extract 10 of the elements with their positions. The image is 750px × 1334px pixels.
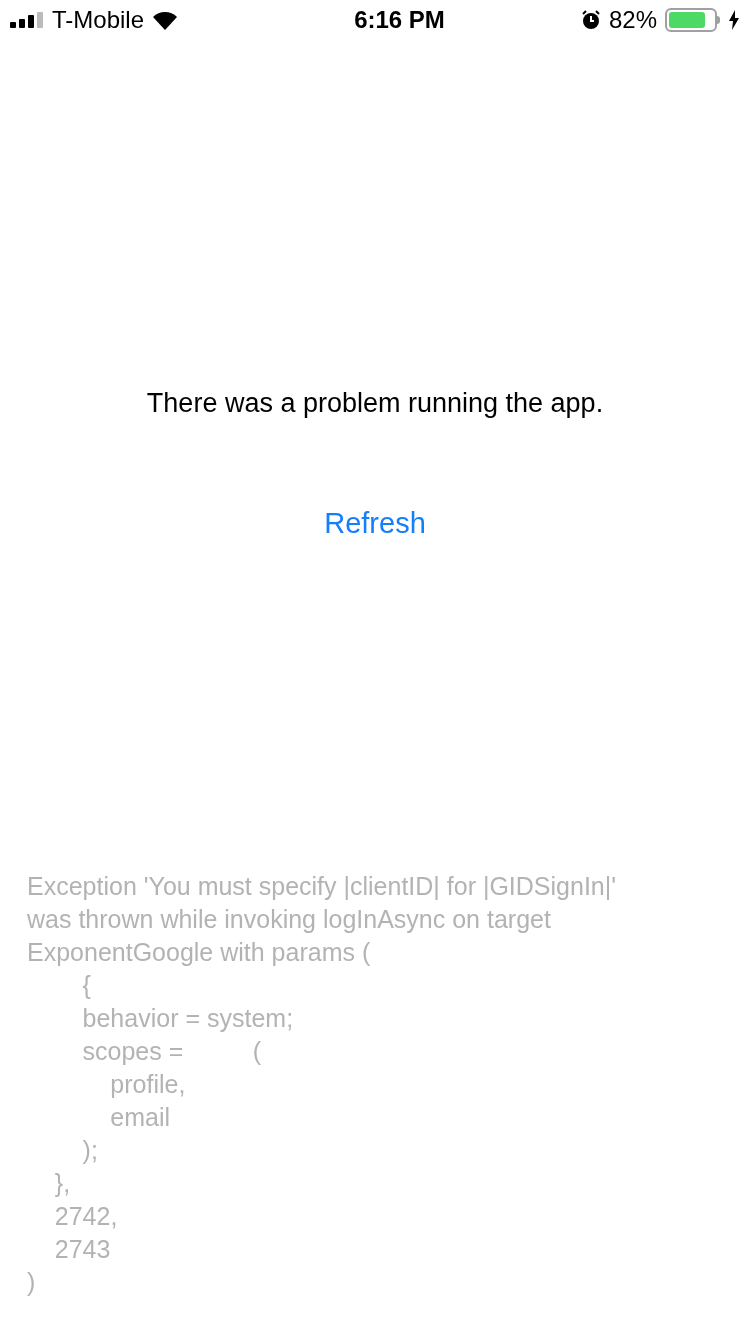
alarm-clock-icon	[580, 10, 601, 30]
wifi-icon	[152, 10, 179, 30]
battery-percent: 82%	[608, 5, 657, 35]
signal-icon	[10, 12, 44, 28]
error-message: There was a problem running the app.	[146, 387, 604, 420]
carrier-name: T-Mobile	[52, 5, 145, 35]
status-time: 6:16 PM	[354, 5, 445, 35]
exception-details: Exception 'You must specify |clientID| for |GIDSignIn|' was thrown while invoking logInAsync on target ExponentGoogle with params ( { behavior = system; scopes = ( profile, email ); }, 2742, 2743 )	[27, 871, 618, 1298]
refresh-button[interactable]: Refresh	[324, 501, 426, 545]
battery-icon	[665, 8, 720, 32]
